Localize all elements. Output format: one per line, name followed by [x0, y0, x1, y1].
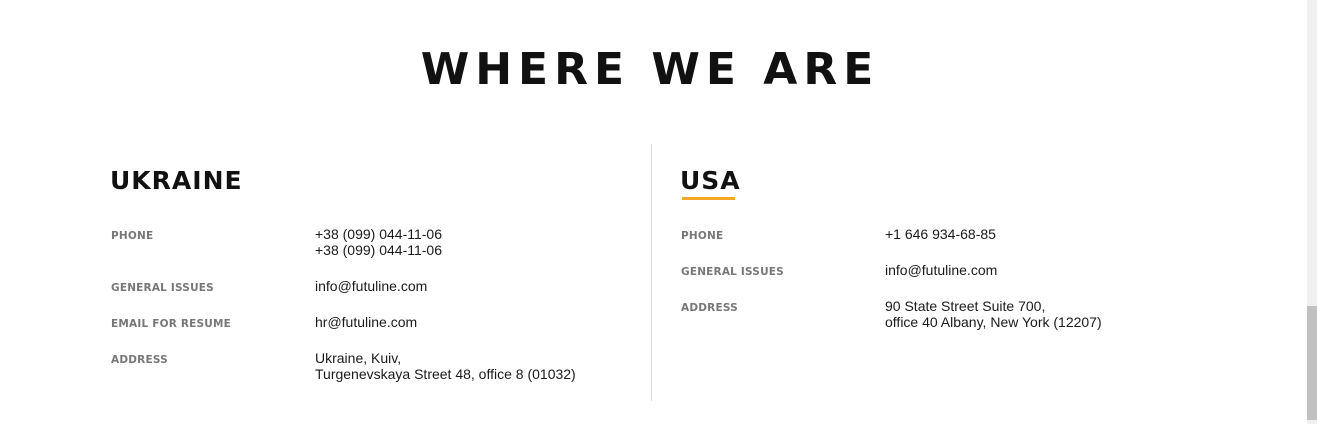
tab-usa[interactable]: USA [680, 166, 741, 198]
ukraine-general-label: GENERAL ISSUES [111, 282, 214, 294]
scrollbar-thumb[interactable] [1307, 306, 1317, 420]
ukraine-address-value: Ukraine, Kuiv, Turgenevskaya Street 48, … [315, 350, 576, 382]
ukraine-phone-1[interactable]: +38 (099) 044-11-06 [315, 226, 442, 242]
ukraine-address-line-2: Turgenevskaya Street 48, office 8 (01032… [315, 366, 576, 382]
usa-phone-value[interactable]: +1 646 934-68-85 [885, 226, 996, 242]
ukraine-resume-label: EMAIL FOR RESUME [111, 318, 232, 330]
ukraine-phone-2[interactable]: +38 (099) 044-11-06 [315, 242, 442, 258]
usa-general-email[interactable]: info@futuline.com [885, 262, 997, 278]
ukraine-address-label: ADDRESS [111, 354, 168, 366]
ukraine-resume-email[interactable]: hr@futuline.com [315, 314, 417, 330]
ukraine-address-line-1: Ukraine, Kuiv, [315, 350, 402, 366]
tab-ukraine[interactable]: UKRAINE [110, 166, 243, 196]
usa-address-line-1: 90 State Street Suite 700, [885, 298, 1046, 314]
usa-address-line-2: office 40 Albany, New York (12207) [885, 314, 1102, 330]
ukraine-phone-label: PHONE [111, 230, 154, 242]
usa-phone-label: PHONE [681, 230, 724, 242]
usa-address-label: ADDRESS [681, 302, 738, 314]
column-divider [651, 144, 652, 401]
usa-general-label: GENERAL ISSUES [681, 266, 784, 278]
page-title: WHERE WE ARE [420, 44, 880, 95]
ukraine-general-email[interactable]: info@futuline.com [315, 278, 427, 294]
usa-address-value: 90 State Street Suite 700, office 40 Alb… [885, 298, 1102, 330]
ukraine-phone-value: +38 (099) 044-11-06 +38 (099) 044-11-06 [315, 226, 442, 258]
active-tab-underline [682, 197, 735, 200]
